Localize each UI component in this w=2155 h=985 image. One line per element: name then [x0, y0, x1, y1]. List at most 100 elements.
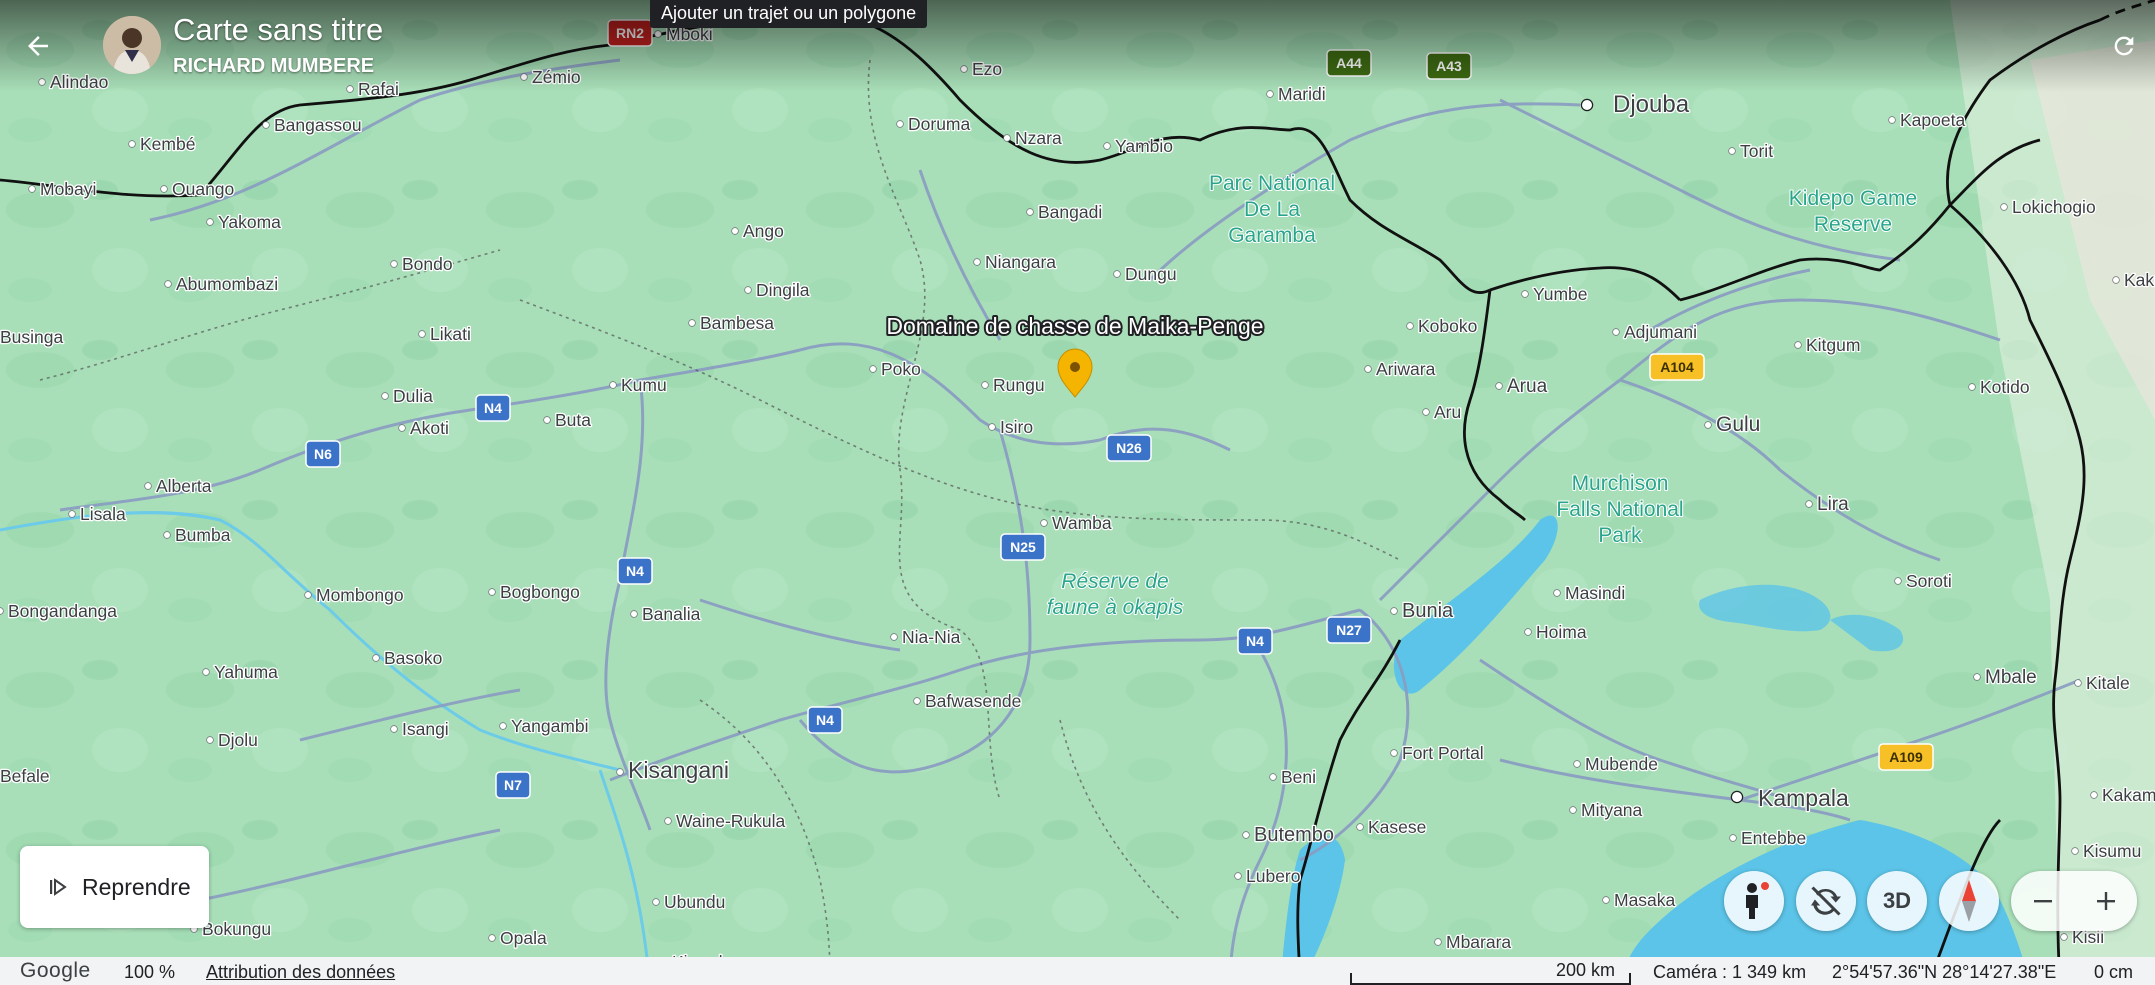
rotation-toggle-button[interactable] [1796, 871, 1856, 931]
pin-label[interactable]: Domaine de chasse de Maika-Penge [884, 311, 1265, 341]
place-marker-kasese [1356, 823, 1364, 831]
svg-text:N26: N26 [1116, 440, 1142, 456]
place-label-abumombazi: Abumombazi [176, 274, 278, 294]
road-shield-n7: N7 [495, 771, 531, 799]
place-label-kembe: Kembé [140, 134, 195, 154]
place-label-yangambi: Yangambi [511, 716, 589, 736]
place-marker-bafwasende [913, 697, 921, 705]
place-marker-kapoeta [1888, 116, 1896, 124]
coordinates-readout: 2°54'57.36"N 28°14'27.38"E [1832, 962, 2057, 982]
place-marker-dingila [744, 286, 752, 294]
road-shield-n6: N6 [305, 440, 341, 468]
place-marker-fort-portal [1390, 749, 1398, 757]
place-label-bokungu: Bokungu [202, 919, 271, 939]
place-marker-kotido [1968, 383, 1976, 391]
place-label-kitgum: Kitgum [1806, 335, 1860, 355]
refresh-button[interactable] [2106, 28, 2142, 64]
place-label-soroti: Soroti [1906, 571, 1952, 591]
svg-text:N6: N6 [314, 446, 332, 462]
place-marker-adjumani [1612, 328, 1620, 336]
place-marker-bambesa [688, 319, 696, 327]
place-label-arua: Arua [1507, 376, 1548, 397]
place-label-mityana: Mityana [1581, 800, 1643, 820]
svg-text:A104: A104 [1660, 359, 1694, 375]
place-label-kisumu: Kisumu [2083, 841, 2141, 861]
place-label-entebbe: Entebbe [1741, 828, 1806, 848]
place-marker-kisangani [616, 768, 624, 776]
resume-play-icon [50, 878, 67, 896]
place-marker-banalia [630, 610, 638, 618]
zoom-in-button[interactable] [2074, 871, 2137, 931]
place-label-butembo: Butembo [1254, 824, 1334, 846]
arrow-left-icon [28, 36, 48, 56]
place-label-doruma: Doruma [908, 114, 971, 134]
google-logo: Google [20, 959, 91, 982]
road-shield-n25: N25 [1000, 533, 1046, 561]
zoom-out-button[interactable] [2011, 871, 2074, 931]
place-marker-hoima [1524, 628, 1532, 636]
place-marker-mubende [1573, 760, 1581, 768]
avatar[interactable] [103, 16, 161, 74]
place-label-lira: Lira [1817, 494, 1849, 515]
minus-icon [2033, 900, 2052, 903]
place-label-bambesa: Bambesa [700, 313, 774, 333]
place-label-basoko: Basoko [384, 648, 442, 668]
place-label-adjumani: Adjumani [1624, 322, 1697, 342]
place-marker-mbale [1973, 673, 1981, 681]
road-shield-n4: N4 [807, 706, 843, 734]
place-label-isiro: Isiro [1000, 417, 1033, 437]
scale-bar [1350, 973, 1631, 985]
place-label-kakamega: Kakamega [2102, 785, 2155, 805]
place-marker-bunia [1390, 607, 1398, 615]
zoom-controls [2011, 871, 2137, 931]
place-marker-alberta [144, 482, 152, 490]
road-shield-a104: A104 [1649, 353, 1705, 381]
place-label-ariwara: Ariwara [1376, 359, 1436, 379]
place-label-poko: Poko [881, 359, 921, 379]
place-marker-isiro [988, 423, 996, 431]
place-label-befale: Befale [0, 766, 50, 786]
camera-altitude: Caméra : 1 349 km [1653, 962, 1807, 982]
road-shield-n4: N4 [617, 557, 653, 585]
place-marker-bogbongo [488, 588, 496, 596]
place-marker-koboko [1406, 322, 1414, 330]
svg-text:N7: N7 [504, 777, 522, 793]
resume-button-label: Reprendre [82, 873, 191, 900]
place-label-businga: Businga [0, 327, 64, 347]
place-marker-aru [1422, 408, 1430, 416]
place-label-kakuma: Kakuma [2124, 270, 2155, 290]
street-view-button[interactable] [1724, 871, 1784, 931]
place-label-ango: Ango [743, 221, 784, 241]
resume-button[interactable]: Reprendre [20, 846, 209, 928]
svg-text:N4: N4 [626, 563, 644, 579]
place-label-torit: Torit [1740, 141, 1773, 161]
place-label-banalia: Banalia [642, 604, 701, 624]
place-marker-kitale [2074, 679, 2082, 687]
svg-text:N4: N4 [816, 712, 834, 728]
place-label-kotido: Kotido [1980, 377, 2030, 397]
place-marker-poko [869, 365, 877, 373]
place-marker-beni [1269, 773, 1277, 781]
elevation-readout: 0 cm [2094, 962, 2134, 982]
refresh-icon [2114, 36, 2134, 56]
back-button[interactable] [18, 26, 58, 66]
place-label-masaka: Masaka [1614, 890, 1676, 910]
plus-icon [2096, 892, 2115, 910]
data-attribution-link[interactable]: Attribution des données [206, 962, 395, 983]
place-label-likati: Likati [430, 324, 471, 344]
road-shield-n27: N27 [1326, 616, 1372, 644]
3d-toggle-button[interactable]: 3D [1867, 871, 1927, 931]
place-marker-kembe [128, 140, 136, 148]
place-label-kisangani: Kisangani [628, 757, 729, 783]
place-label-fort-portal: Fort Portal [1402, 743, 1484, 763]
place-marker-kumu [609, 381, 617, 389]
place-label-djolu: Djolu [218, 730, 258, 750]
map-title[interactable]: Carte sans titre [173, 12, 383, 48]
place-marker-likati [418, 330, 426, 338]
place-label-niangara: Niangara [985, 252, 1056, 272]
place-label-beni: Beni [1281, 767, 1316, 787]
place-marker-lokichogio [2000, 203, 2008, 211]
compass-button[interactable] [1939, 871, 1999, 931]
place-label-dungu: Dungu [1125, 264, 1177, 284]
map-canvas[interactable]: MbokiEzoMaridiDjoubaAlindaoRafaiZémioKem… [0, 0, 2155, 985]
